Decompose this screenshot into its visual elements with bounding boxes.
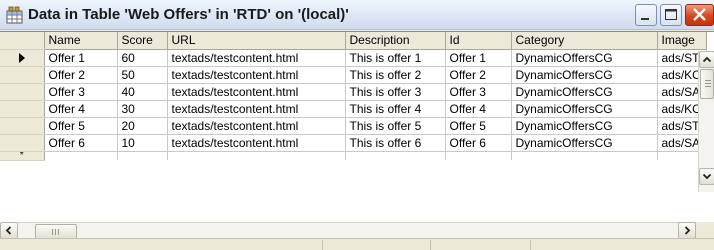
row-selector[interactable] [0,83,45,101]
cell-category[interactable]: DynamicOffersCG [511,134,658,152]
title-bar[interactable]: Data in Table 'Web Offers' in 'RTD' on '… [0,0,714,30]
minimize-icon [641,18,649,20]
cell-score[interactable]: 10 [117,134,168,152]
scroll-right-button[interactable] [678,222,696,239]
cell-category[interactable]: DynamicOffersCG [511,100,658,118]
column-header-id[interactable]: Id [445,32,512,50]
scroll-up-button[interactable] [699,51,714,68]
vertical-scroll-thumb[interactable] [700,69,714,99]
status-bar [0,238,714,250]
row-selector[interactable] [0,117,45,135]
status-pane [322,240,430,250]
cell-url[interactable]: textads/testcontent.html [167,134,346,152]
table-row[interactable]: Offer 4 30 textads/testcontent.html This… [0,100,707,118]
cell-category[interactable]: DynamicOffersCG [511,117,658,135]
table-row[interactable]: Offer 5 20 textads/testcontent.html This… [0,117,707,135]
cell-name[interactable]: Offer 6 [44,134,118,152]
cell-description[interactable]: This is offer 2 [345,66,446,84]
column-header-url[interactable]: URL [167,32,346,50]
column-header-score[interactable]: Score [117,32,168,50]
table-icon [6,6,24,24]
chevron-down-icon [702,173,712,180]
chevron-up-icon [702,56,712,63]
status-pane [430,240,530,250]
cell-id[interactable]: Offer 2 [445,66,512,84]
cell-score[interactable]: 40 [117,83,168,101]
window-title: Data in Table 'Web Offers' in 'RTD' on '… [28,6,349,23]
table-row[interactable]: Offer 1 60 textads/testcontent.html This… [0,49,707,67]
cell-name[interactable]: Offer 5 [44,117,118,135]
row-selector[interactable] [0,49,45,67]
table-row[interactable]: Offer 3 40 textads/testcontent.html This… [0,83,707,101]
cell-name[interactable]: Offer 3 [44,83,118,101]
column-header-row: Name Score URL Description Id Category I… [0,32,707,50]
cell-id[interactable]: Offer 5 [445,117,512,135]
current-row-icon [18,52,25,63]
minimize-button[interactable] [635,4,657,26]
horizontal-scrollbar[interactable] [18,222,696,239]
status-pane [530,240,714,250]
close-button[interactable] [685,4,714,26]
cell-id[interactable]: Offer 4 [445,100,512,118]
cell-url[interactable]: textads/testcontent.html [167,100,346,118]
vertical-scrollbar[interactable] [698,51,714,192]
cell-id[interactable]: Offer 6 [445,134,512,152]
cell-score[interactable]: 50 [117,66,168,84]
column-header-description[interactable]: Description [345,32,446,50]
cell-description[interactable]: This is offer 3 [345,83,446,101]
table-row[interactable]: Offer 6 10 textads/testcontent.html This… [0,134,707,152]
cell-name[interactable]: Offer 4 [44,100,118,118]
cell-score[interactable]: 20 [117,117,168,135]
cell-description[interactable]: This is offer 1 [345,49,446,67]
chevron-right-icon [684,226,691,235]
scrollbar-corner [696,222,714,239]
maximize-button[interactable] [660,4,682,26]
close-icon [693,8,706,21]
maximize-icon [665,9,677,20]
cell-category[interactable]: DynamicOffersCG [511,49,658,67]
corner-header[interactable] [0,32,45,50]
cell-id[interactable]: Offer 3 [445,83,512,101]
cell-score[interactable]: 60 [117,49,168,67]
new-row-selector[interactable]: * [0,151,45,161]
column-header-image[interactable]: Image [657,32,707,50]
cell-category[interactable]: DynamicOffersCG [511,83,658,101]
horizontal-scroll-thumb[interactable] [35,224,77,239]
cell-score[interactable]: 30 [117,100,168,118]
cell-description[interactable]: This is offer 5 [345,117,446,135]
column-header-name[interactable]: Name [44,32,118,50]
cell-url[interactable]: textads/testcontent.html [167,117,346,135]
scroll-left-button[interactable] [0,222,18,239]
data-table: Name Score URL Description Id Category I… [0,32,707,161]
cell-url[interactable]: textads/testcontent.html [167,83,346,101]
table-row[interactable]: Offer 2 50 textads/testcontent.html This… [0,66,707,84]
cell-name[interactable]: Offer 2 [44,66,118,84]
cell-category[interactable]: DynamicOffersCG [511,66,658,84]
chevron-left-icon [5,226,12,235]
row-selector[interactable] [0,134,45,152]
cell-description[interactable]: This is offer 6 [345,134,446,152]
row-selector[interactable] [0,66,45,84]
cell-description[interactable]: This is offer 4 [345,100,446,118]
column-header-category[interactable]: Category [511,32,658,50]
cell-id[interactable]: Offer 1 [445,49,512,67]
new-row[interactable]: * [0,151,707,161]
cell-url[interactable]: textads/testcontent.html [167,66,346,84]
cell-name[interactable]: Offer 1 [44,49,118,67]
new-row-icon: * [19,151,24,160]
cell-url[interactable]: textads/testcontent.html [167,49,346,67]
data-grid[interactable]: Name Score URL Description Id Category I… [0,31,714,239]
scroll-down-button[interactable] [699,168,714,185]
row-selector[interactable] [0,100,45,118]
